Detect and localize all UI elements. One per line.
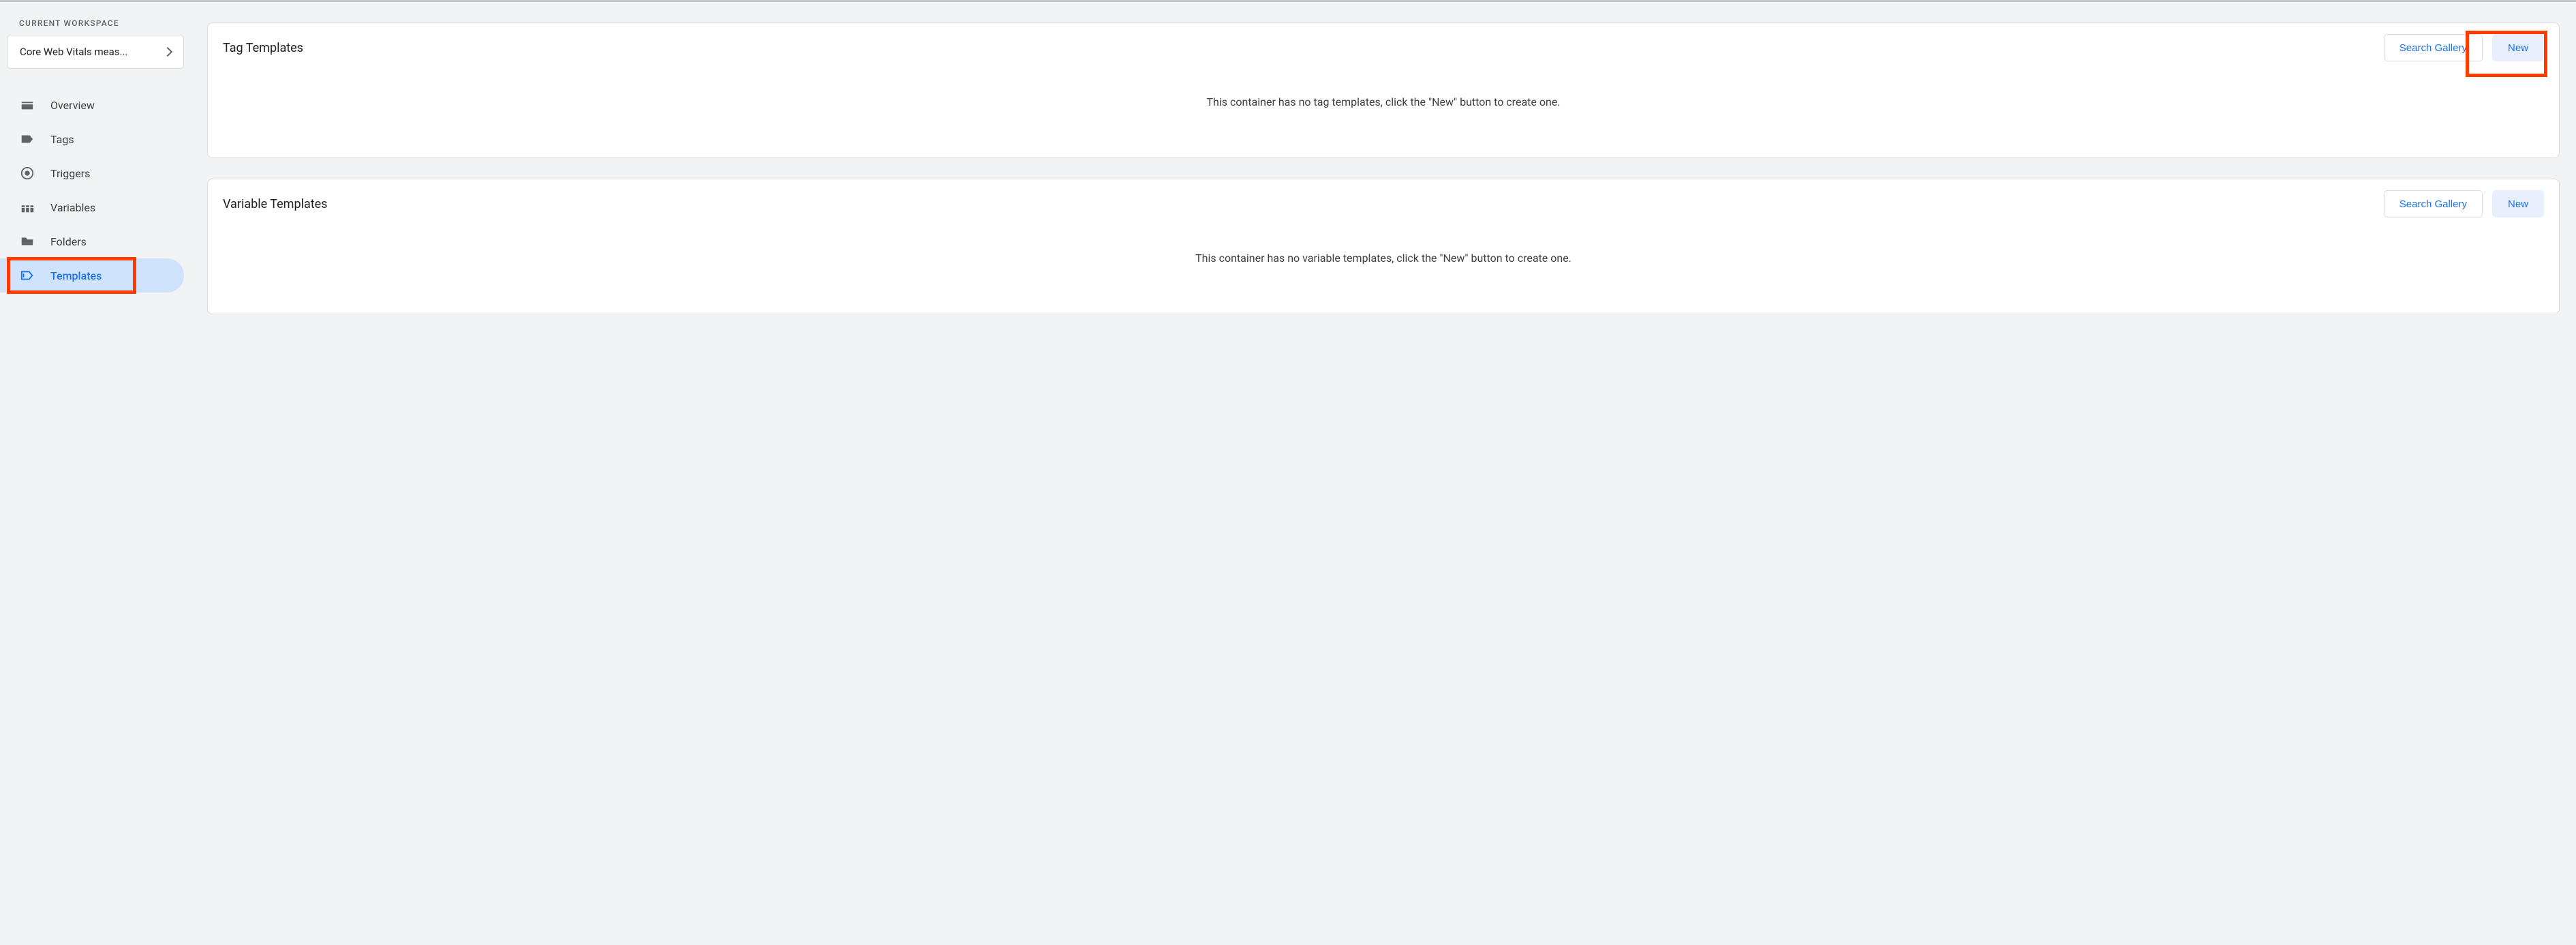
sidebar: CURRENT WORKSPACE Core Web Vitals meas..… (0, 2, 191, 945)
tag-icon (19, 131, 35, 147)
new-button[interactable]: New (2492, 190, 2544, 217)
sidebar-item-label: Folders (50, 235, 87, 248)
search-gallery-button[interactable]: Search Gallery (2384, 34, 2483, 61)
workspace-picker[interactable]: Core Web Vitals meas... (7, 35, 184, 69)
new-button[interactable]: New (2492, 34, 2544, 61)
workspace-section-label: CURRENT WORKSPACE (0, 18, 191, 28)
variable-templates-card: Variable Templates Search Gallery New Th… (207, 179, 2560, 314)
card-title: Tag Templates (223, 41, 303, 55)
sidebar-item-variables[interactable]: Variables (0, 190, 184, 224)
trigger-icon (19, 165, 35, 181)
tag-templates-card: Tag Templates Search Gallery New This co… (207, 22, 2560, 158)
sidebar-item-label: Overview (50, 99, 95, 112)
folder-icon (19, 233, 35, 250)
sidebar-item-label: Templates (50, 269, 102, 282)
empty-state-text: This container has no tag templates, cli… (208, 68, 2559, 158)
search-gallery-button[interactable]: Search Gallery (2384, 190, 2483, 217)
sidebar-item-templates[interactable]: Templates (0, 258, 184, 292)
main-content: Tag Templates Search Gallery New This co… (191, 2, 2576, 945)
sidebar-item-folders[interactable]: Folders (0, 224, 184, 258)
sidebar-item-tags[interactable]: Tags (0, 122, 184, 156)
empty-state-text: This container has no variable templates… (208, 224, 2559, 314)
workspace-name: Core Web Vitals meas... (20, 46, 127, 58)
sidebar-item-label: Triggers (50, 167, 90, 180)
sidebar-nav: Overview Tags Triggers Variables (0, 88, 191, 292)
chevron-right-icon (163, 47, 172, 57)
card-title: Variable Templates (223, 197, 327, 211)
sidebar-item-label: Tags (50, 133, 74, 146)
sidebar-item-overview[interactable]: Overview (0, 88, 184, 122)
overview-icon (19, 97, 35, 113)
sidebar-item-triggers[interactable]: Triggers (0, 156, 184, 190)
variables-icon (19, 199, 35, 215)
sidebar-item-label: Variables (50, 201, 95, 214)
template-icon (19, 267, 35, 284)
